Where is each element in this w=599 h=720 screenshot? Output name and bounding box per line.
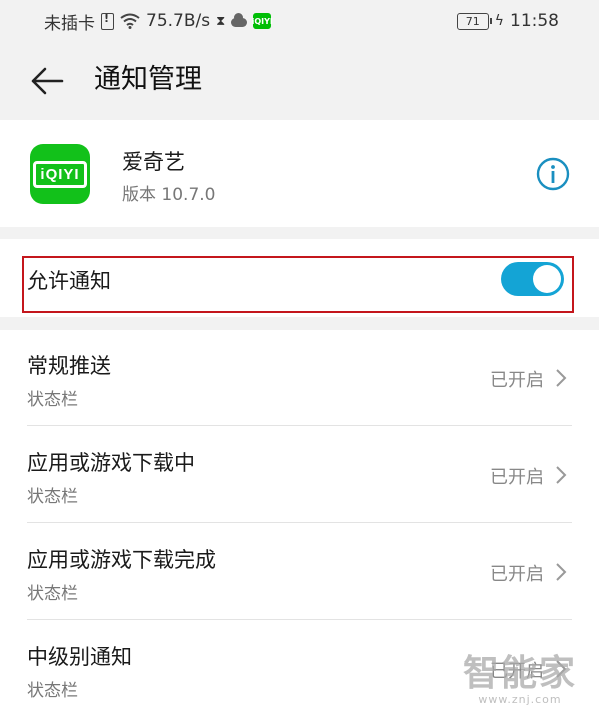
carrier-text: 未插卡 bbox=[44, 13, 95, 34]
channel-status: 已开启 bbox=[490, 564, 544, 585]
channel-status: 已开启 bbox=[490, 661, 544, 682]
channel-subtitle: 状态栏 bbox=[27, 487, 78, 507]
channel-subtitle: 状态栏 bbox=[27, 584, 78, 604]
page-title: 通知管理 bbox=[94, 64, 202, 95]
channel-subtitle: 状态栏 bbox=[27, 390, 78, 410]
channel-status: 已开启 bbox=[490, 467, 544, 488]
hourglass-icon: ⧗ bbox=[216, 13, 226, 29]
app-version: 版本 10.7.0 bbox=[122, 185, 216, 205]
notification-channel-list: 常规推送 状态栏 已开启 应用或游戏下载中 状态栏 已开启 应用或游戏下载完成 … bbox=[0, 330, 599, 720]
channel-row-medium-level[interactable]: 中级别通知 状态栏 已开启 bbox=[0, 621, 599, 717]
channel-status: 已开启 bbox=[490, 370, 544, 391]
app-info-card: iQIYI 爱奇艺 版本 10.7.0 bbox=[0, 120, 599, 227]
allow-notifications-label: 允许通知 bbox=[27, 269, 111, 293]
battery-level: 71 bbox=[465, 14, 480, 28]
info-icon[interactable] bbox=[536, 157, 570, 191]
status-bar-left: 未插卡 75.7B/s ⧗ iQIYI bbox=[44, 10, 273, 34]
chevron-right-icon bbox=[556, 563, 567, 581]
divider bbox=[27, 619, 572, 620]
divider bbox=[27, 522, 572, 523]
iqiyi-notification-icon: iQIYI bbox=[252, 13, 273, 29]
channel-row-general-push[interactable]: 常规推送 状态栏 已开启 bbox=[0, 330, 599, 426]
app-name: 爱奇艺 bbox=[122, 150, 185, 174]
channel-subtitle: 状态栏 bbox=[27, 681, 78, 701]
clock: 11:58 bbox=[510, 11, 559, 31]
wifi-icon bbox=[120, 13, 140, 29]
channel-title: 中级别通知 bbox=[27, 645, 132, 669]
app-icon: iQIYI bbox=[30, 144, 90, 204]
channel-title: 应用或游戏下载完成 bbox=[27, 548, 216, 572]
toggle-knob bbox=[533, 265, 561, 293]
channel-title: 常规推送 bbox=[27, 354, 111, 378]
battery-icon: 71 bbox=[456, 12, 492, 30]
allow-notifications-toggle[interactable] bbox=[501, 262, 564, 296]
chevron-right-icon bbox=[556, 369, 567, 387]
iqiyi-logo: iQIYI bbox=[33, 160, 87, 188]
channel-title: 应用或游戏下载中 bbox=[27, 451, 195, 475]
network-speed: 75.7B/s bbox=[146, 11, 211, 31]
divider bbox=[27, 425, 572, 426]
status-bar-right: 71 ϟ 11:58 bbox=[456, 10, 559, 32]
cloud-icon bbox=[231, 13, 248, 27]
status-bar: 未插卡 75.7B/s ⧗ iQIYI 71 ϟ 11:58 bbox=[0, 0, 599, 42]
allow-notifications-row[interactable]: 允许通知 bbox=[0, 239, 599, 317]
back-arrow-icon[interactable] bbox=[30, 66, 64, 96]
channel-row-download-complete[interactable]: 应用或游戏下载完成 状态栏 已开启 bbox=[0, 524, 599, 620]
no-sim-icon bbox=[101, 12, 114, 30]
channel-row-downloading[interactable]: 应用或游戏下载中 状态栏 已开启 bbox=[0, 427, 599, 523]
chevron-right-icon bbox=[556, 466, 567, 484]
chevron-right-icon bbox=[556, 660, 567, 678]
app-bar: 通知管理 bbox=[0, 42, 599, 120]
charging-icon: ϟ bbox=[494, 13, 504, 29]
